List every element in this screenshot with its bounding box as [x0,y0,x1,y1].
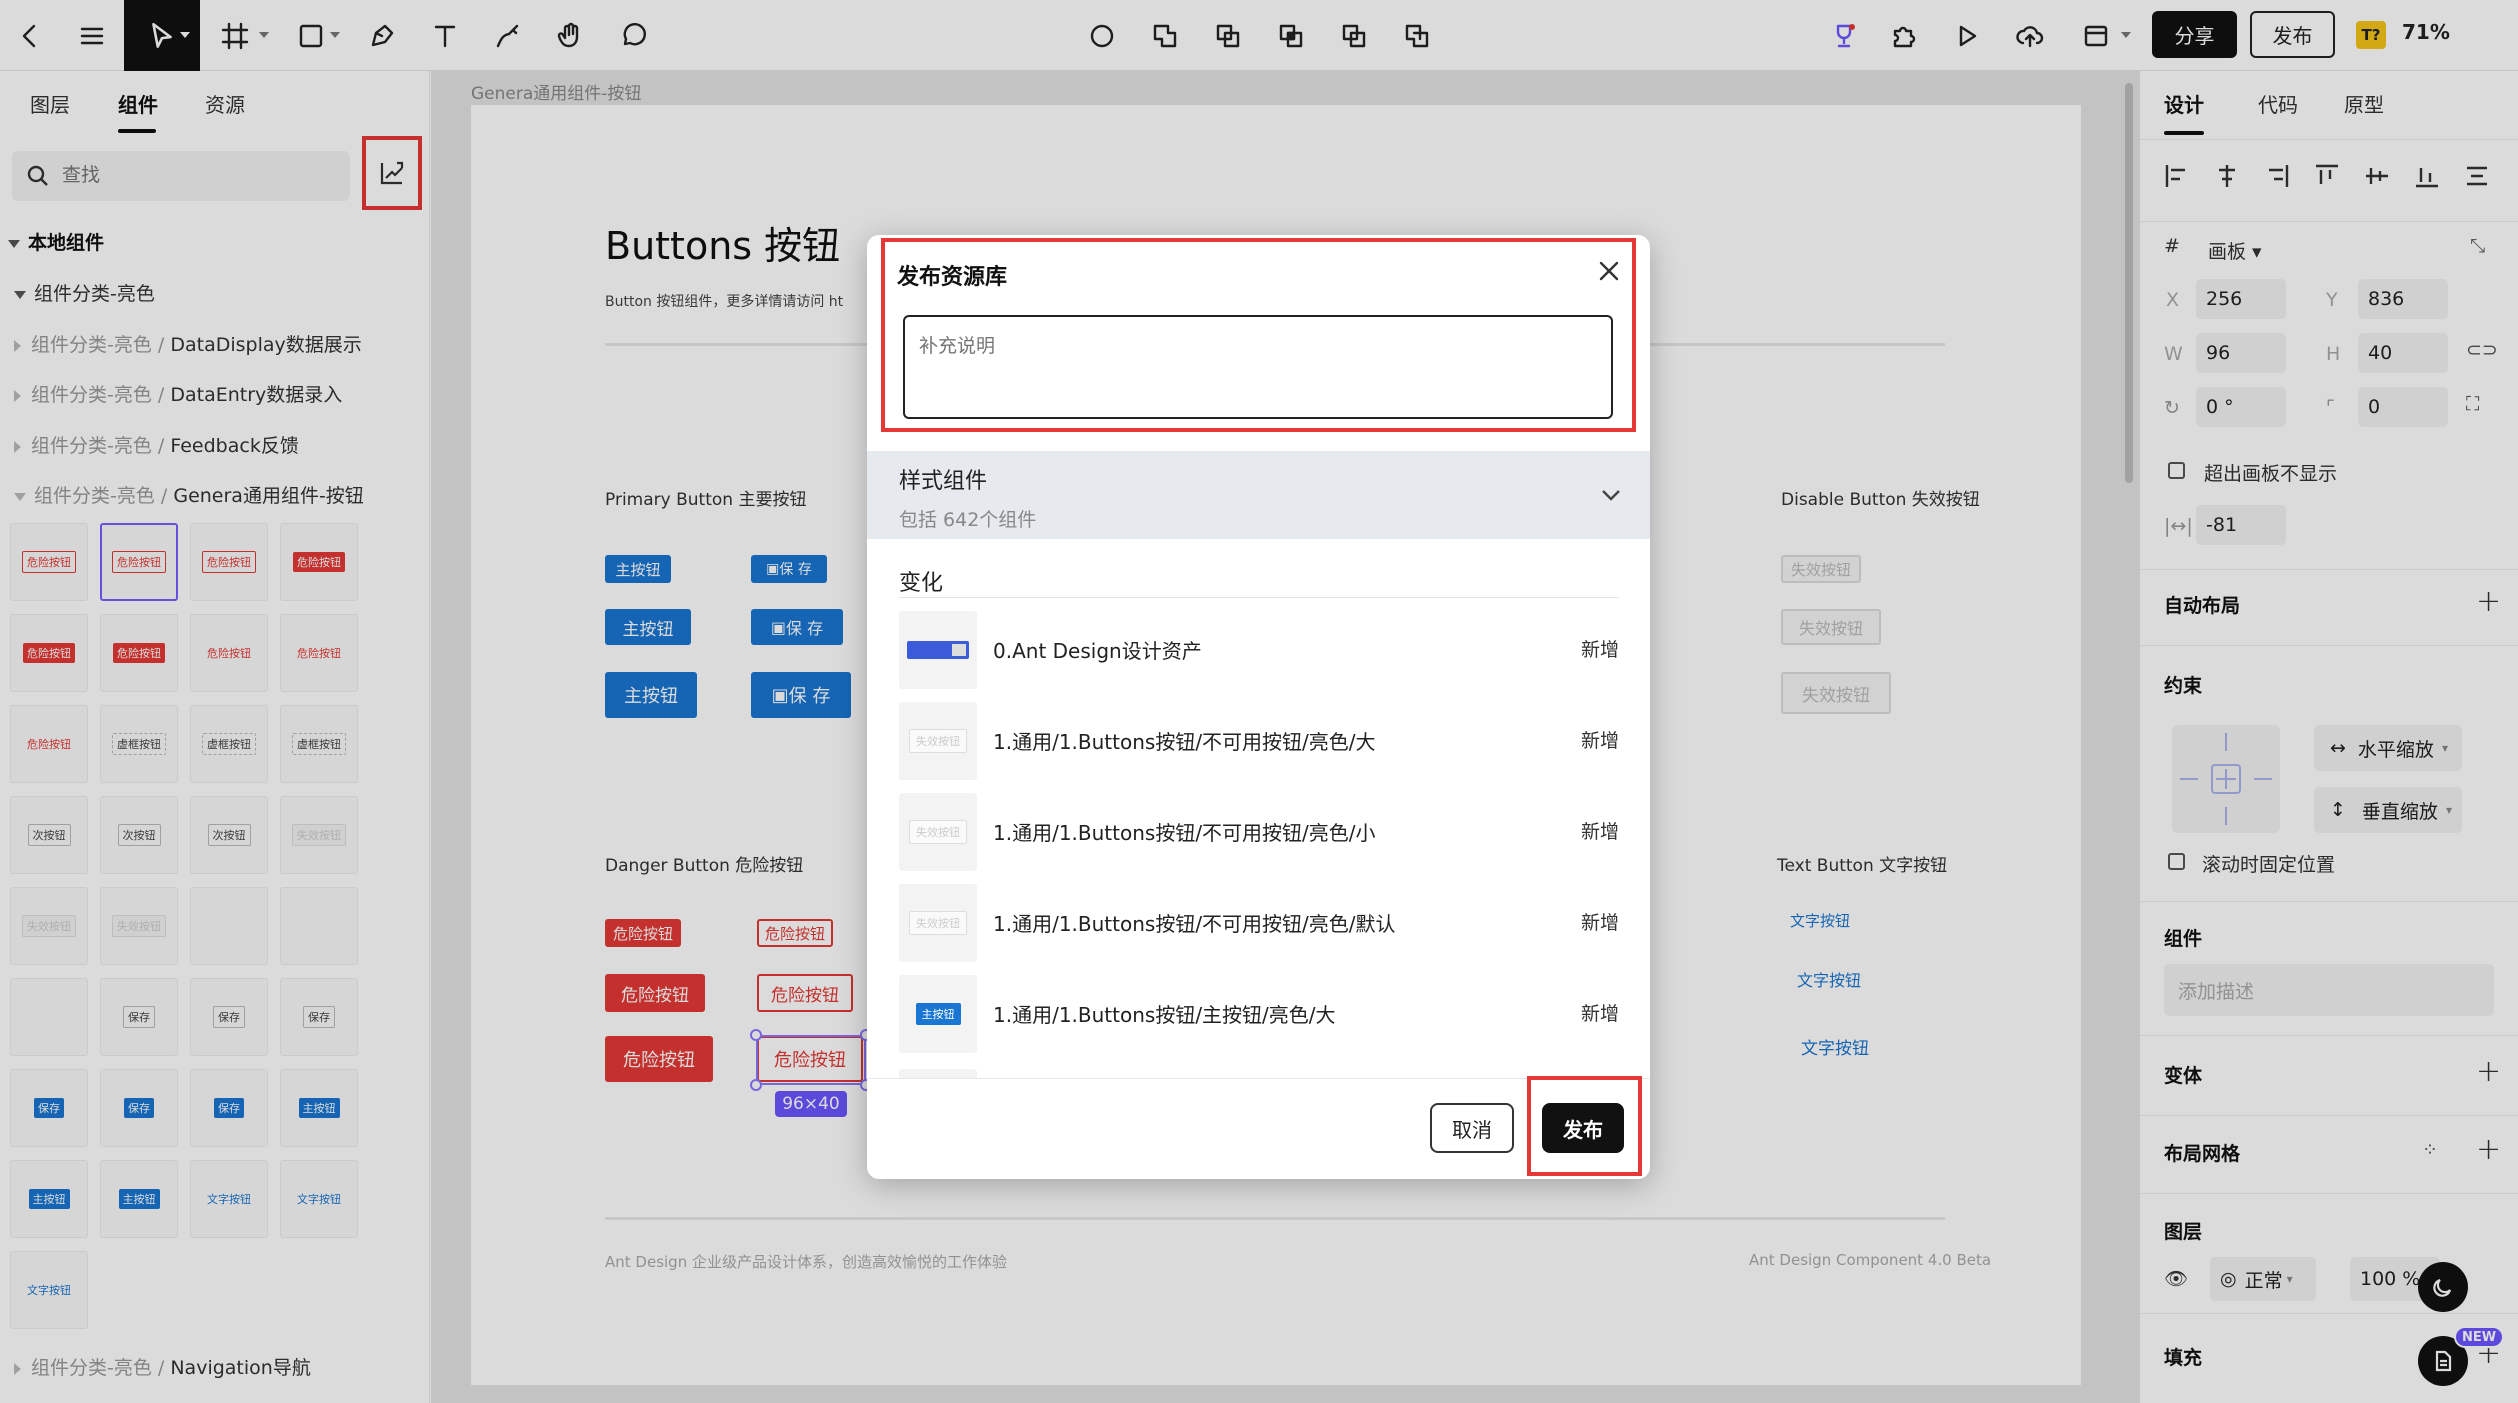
change-name: 1.通用/1.Buttons按钮/不可用按钮/亮色/小 [993,821,1376,845]
change-name: 0.Ant Design设计资产 [993,639,1202,663]
thumbnail-label: 失效按钮 [909,820,967,844]
change-status: 新增 [1580,912,1619,934]
changes-list: 0.Ant Design设计资产 新增 失效按钮 1.通用/1.Buttons按钮/不… [867,235,1650,1078]
thumbnail-label: 失效按钮 [909,911,967,935]
cancel-button[interactable]: 取消 [1430,1103,1514,1153]
publish-library-dialog: 发布资源库 样式组件 包括 642个组件 变化 0.Ant Design设计资产… [867,235,1650,1179]
change-thumbnail: 主按钮 [899,975,977,1053]
highlight-box [1527,1076,1642,1176]
change-status: 新增 [1580,639,1619,661]
change-row[interactable]: 0.Ant Design设计资产 新增 [899,611,1619,689]
change-thumbnail: 失效按钮 [899,702,977,780]
change-thumbnail [899,1069,977,1078]
change-name: 1.通用/1.Buttons按钮/主按钮/亮色/大 [993,1003,1336,1027]
change-status: 新增 [1580,730,1619,752]
change-thumbnail [899,611,977,689]
change-status: 新增 [1580,821,1619,843]
thumbnail-label: 主按钮 [915,1003,961,1025]
change-row[interactable]: 失效按钮 1.通用/1.Buttons按钮/不可用按钮/亮色/默认 新增 [899,884,1619,962]
thumbnail-label: 失效按钮 [909,729,967,753]
change-row[interactable] [899,1069,1619,1078]
change-thumbnail: 失效按钮 [899,884,977,962]
change-thumbnail: 失效按钮 [899,793,977,871]
change-name: 1.通用/1.Buttons按钮/不可用按钮/亮色/大 [993,730,1376,754]
change-row[interactable]: 失效按钮 1.通用/1.Buttons按钮/不可用按钮/亮色/大 新增 [899,702,1619,780]
change-row[interactable]: 主按钮 1.通用/1.Buttons按钮/主按钮/亮色/大 新增 [899,975,1619,1053]
change-name: 1.通用/1.Buttons按钮/不可用按钮/亮色/默认 [993,912,1396,936]
change-status: 新增 [1580,1003,1619,1025]
change-row[interactable]: 失效按钮 1.通用/1.Buttons按钮/不可用按钮/亮色/小 新增 [899,793,1619,871]
